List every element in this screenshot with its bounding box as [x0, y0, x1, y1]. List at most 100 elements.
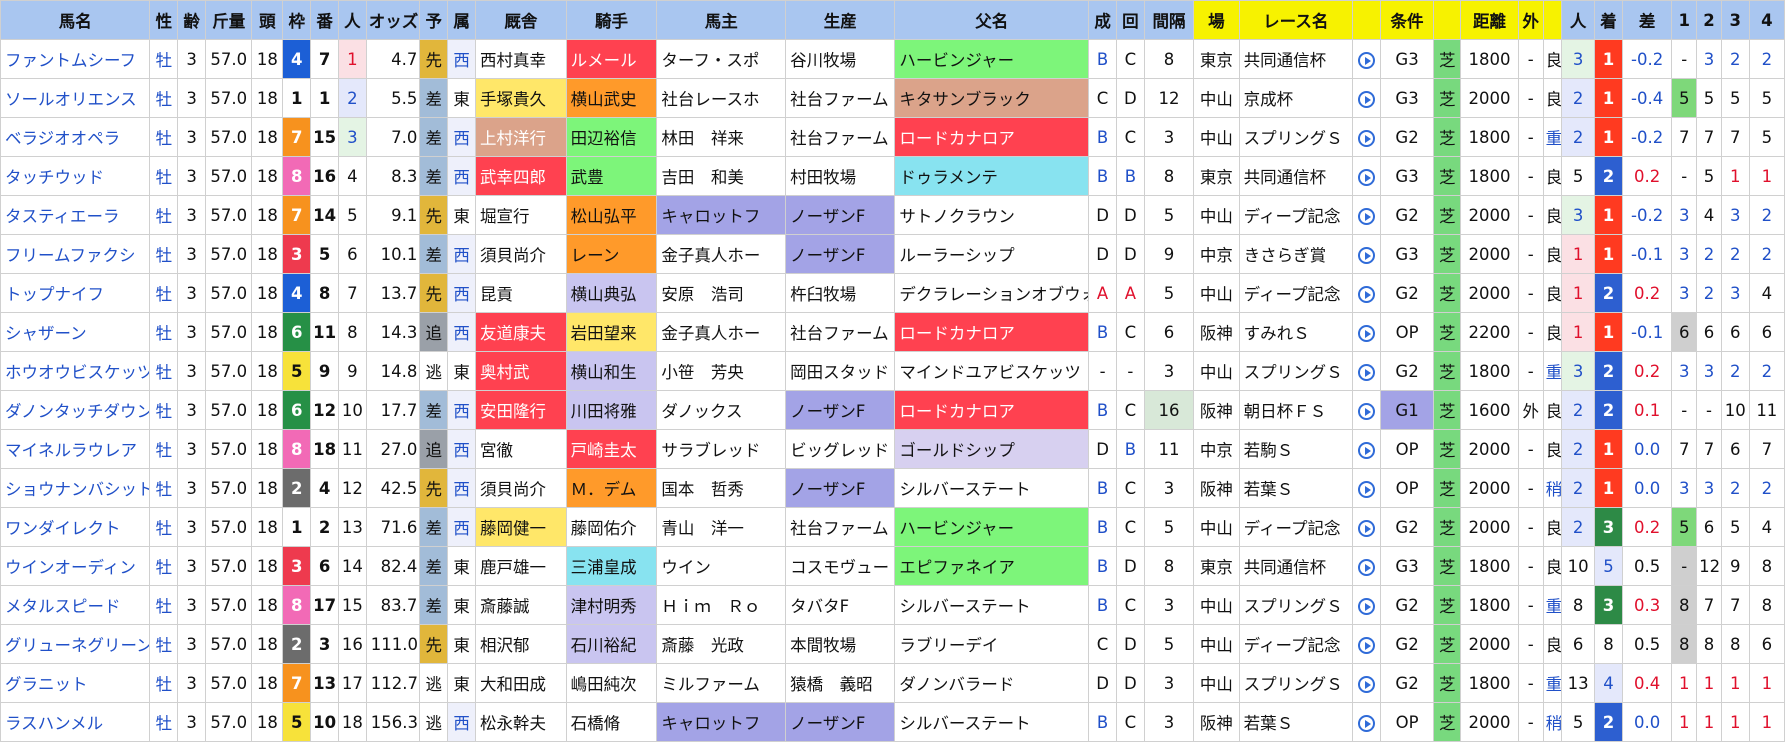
horse-name-link[interactable]: グリューネグリーン: [0, 624, 151, 664]
race-name-link[interactable]: スプリングＳ: [1238, 117, 1353, 157]
play-circle-icon[interactable]: [1357, 363, 1375, 381]
play-button[interactable]: [1351, 195, 1381, 235]
column-header[interactable]: 馬主: [656, 0, 787, 40]
play-button[interactable]: [1351, 351, 1381, 391]
play-button[interactable]: [1351, 234, 1381, 274]
play-button[interactable]: [1351, 273, 1381, 313]
column-header[interactable]: 間隔: [1143, 0, 1195, 40]
column-header[interactable]: 差: [1621, 0, 1673, 40]
column-header[interactable]: 生産: [785, 0, 896, 40]
column-header[interactable]: 2: [1696, 0, 1722, 40]
table-row[interactable]: ベラジオオペラ牡 3 57.0 18 7 15 3 7.0 差西上村洋行 田辺裕信 林田 祥来 社台フ…: [0, 117, 1785, 157]
column-header[interactable]: 距離: [1460, 0, 1519, 40]
race-name-link[interactable]: 朝日杯ＦＳ: [1238, 390, 1353, 430]
horse-name-link[interactable]: トップナイフ: [0, 273, 151, 313]
column-header[interactable]: 1: [1671, 0, 1698, 40]
play-button[interactable]: [1351, 39, 1381, 79]
column-header[interactable]: 厩舎: [474, 0, 567, 40]
play-circle-icon[interactable]: [1357, 441, 1375, 459]
table-row[interactable]: ホウオウビスケッツ牡 3 57.0 18 5 9 9 14.8 逃東奥村武 横山和生 小笹 芳央 岡田…: [0, 351, 1785, 391]
play-circle-icon[interactable]: [1357, 90, 1375, 108]
column-header[interactable]: [1433, 0, 1462, 40]
column-header[interactable]: 父名: [894, 0, 1090, 40]
play-button[interactable]: [1351, 312, 1381, 352]
race-name-link[interactable]: 若葉Ｓ: [1238, 702, 1353, 742]
race-name-link[interactable]: ディープ記念: [1238, 195, 1353, 235]
column-header[interactable]: レース名: [1238, 0, 1353, 40]
race-name-link[interactable]: ディープ記念: [1238, 624, 1353, 664]
play-button[interactable]: [1351, 78, 1381, 118]
table-row[interactable]: シャザーン牡 3 57.0 18 6 11 8 14.3 追西友道康夫 岩田望来 金子真人ホー 社台フ…: [0, 312, 1785, 352]
play-circle-icon[interactable]: [1357, 597, 1375, 615]
column-header[interactable]: オッズ: [365, 0, 421, 40]
play-button[interactable]: [1351, 702, 1381, 742]
play-circle-icon[interactable]: [1357, 558, 1375, 576]
horse-name-link[interactable]: フリームファクシ: [0, 234, 151, 274]
race-name-link[interactable]: スプリングＳ: [1238, 663, 1353, 703]
column-header[interactable]: 属: [447, 0, 476, 40]
table-row[interactable]: トップナイフ牡 3 57.0 18 4 8 7 13.7 先西昆貢 横山典弘 安原 浩司 杵臼牧場 デク…: [0, 273, 1785, 313]
race-name-link[interactable]: スプリングＳ: [1238, 585, 1353, 625]
race-name-link[interactable]: 京成杯: [1238, 78, 1353, 118]
race-name-link[interactable]: 共同通信杯: [1238, 39, 1353, 79]
play-button[interactable]: [1351, 585, 1381, 625]
horse-name-link[interactable]: ラスハンメル: [0, 702, 151, 742]
play-circle-icon[interactable]: [1357, 129, 1375, 147]
column-header[interactable]: 齢: [177, 0, 207, 40]
play-circle-icon[interactable]: [1357, 51, 1375, 69]
horse-name-link[interactable]: ホウオウビスケッツ: [0, 351, 151, 391]
table-row[interactable]: グラニット牡 3 57.0 18 7 13 17 112.7 逃東大和田成 嶋田純次 ミルファーム猿…: [0, 663, 1785, 703]
column-header[interactable]: 場: [1193, 0, 1240, 40]
column-header[interactable]: 馬名: [0, 0, 151, 40]
column-header[interactable]: 人: [337, 0, 367, 40]
play-button[interactable]: [1351, 156, 1381, 196]
horse-name-link[interactable]: シャザーン: [0, 312, 151, 352]
play-circle-icon[interactable]: [1357, 324, 1375, 342]
table-row[interactable]: ワンダイレクト牡 3 57.0 18 1 2 13 71.6 差西藤岡健一 藤岡佑介 青山 洋一 社台…: [0, 507, 1785, 547]
column-header[interactable]: 回: [1115, 0, 1145, 40]
horse-name-link[interactable]: ソールオリエンス: [0, 78, 151, 118]
race-name-link[interactable]: ディープ記念: [1238, 273, 1353, 313]
horse-name-link[interactable]: メタルスピード: [0, 585, 151, 625]
column-header[interactable]: [1351, 0, 1381, 40]
column-header[interactable]: 外: [1517, 0, 1544, 40]
play-circle-icon[interactable]: [1357, 675, 1375, 693]
play-circle-icon[interactable]: [1357, 246, 1375, 264]
column-header[interactable]: 番: [310, 0, 339, 40]
race-name-link[interactable]: きさらぎ賞: [1238, 234, 1353, 274]
table-row[interactable]: ウインオーディン牡 3 57.0 18 3 6 14 82.4 差東鹿戸雄一 三浦皇成 ウイン コスモ…: [0, 546, 1785, 586]
table-row[interactable]: メタルスピード牡 3 57.0 18 8 17 15 83.7 差東斎藤誠 津村明秀 Ｈｉｍ Ｒｏ タ…: [0, 585, 1785, 625]
play-button[interactable]: [1351, 624, 1381, 664]
play-circle-icon[interactable]: [1357, 168, 1375, 186]
play-button[interactable]: [1351, 546, 1381, 586]
column-header[interactable]: 4: [1748, 0, 1785, 40]
horse-name-link[interactable]: ウインオーディン: [0, 546, 151, 586]
play-circle-icon[interactable]: [1357, 207, 1375, 225]
horse-name-link[interactable]: タッチウッド: [0, 156, 151, 196]
table-row[interactable]: ファントムシーフ牡 3 57.0 18 4 7 1 4.7 先西西村真幸 ルメール ターフ・スポ 谷川…: [0, 39, 1785, 79]
table-row[interactable]: タスティエーラ牡 3 57.0 18 7 14 5 9.1 先東堀宣行 松山弘平 キャロットフ ノーザ…: [0, 195, 1785, 235]
play-button[interactable]: [1351, 507, 1381, 547]
race-name-link[interactable]: ディープ記念: [1238, 507, 1353, 547]
column-header[interactable]: 人: [1561, 0, 1596, 40]
horse-name-link[interactable]: ダノンタッチダウン: [0, 390, 151, 430]
play-circle-icon[interactable]: [1357, 402, 1375, 420]
table-row[interactable]: ショウナンバシット牡 3 57.0 18 2 4 12 42.5 先西須貝尚介 Ｍ．デム 国本 哲秀…: [0, 468, 1785, 508]
horse-name-link[interactable]: マイネルラウレア: [0, 429, 151, 469]
table-row[interactable]: タッチウッド牡 3 57.0 18 8 16 4 8.3 差西武幸四郎 武豊 吉田 和美 村田牧場 ドゥ…: [0, 156, 1785, 196]
play-button[interactable]: [1351, 117, 1381, 157]
play-circle-icon[interactable]: [1357, 636, 1375, 654]
play-button[interactable]: [1351, 429, 1381, 469]
column-header[interactable]: [1542, 0, 1563, 40]
column-header[interactable]: 着: [1594, 0, 1623, 40]
table-row[interactable]: グリューネグリーン牡 3 57.0 18 2 3 16 111.0 先東相沢郁 石川裕紀 斎藤 光政…: [0, 624, 1785, 664]
race-name-link[interactable]: すみれＳ: [1238, 312, 1353, 352]
horse-name-link[interactable]: ワンダイレクト: [0, 507, 151, 547]
play-button[interactable]: [1351, 390, 1381, 430]
race-name-link[interactable]: 若駒Ｓ: [1238, 429, 1353, 469]
play-button[interactable]: [1351, 663, 1381, 703]
horse-name-link[interactable]: ファントムシーフ: [0, 39, 151, 79]
race-name-link[interactable]: スプリングＳ: [1238, 351, 1353, 391]
play-circle-icon[interactable]: [1357, 285, 1375, 303]
race-name-link[interactable]: 若葉Ｓ: [1238, 468, 1353, 508]
